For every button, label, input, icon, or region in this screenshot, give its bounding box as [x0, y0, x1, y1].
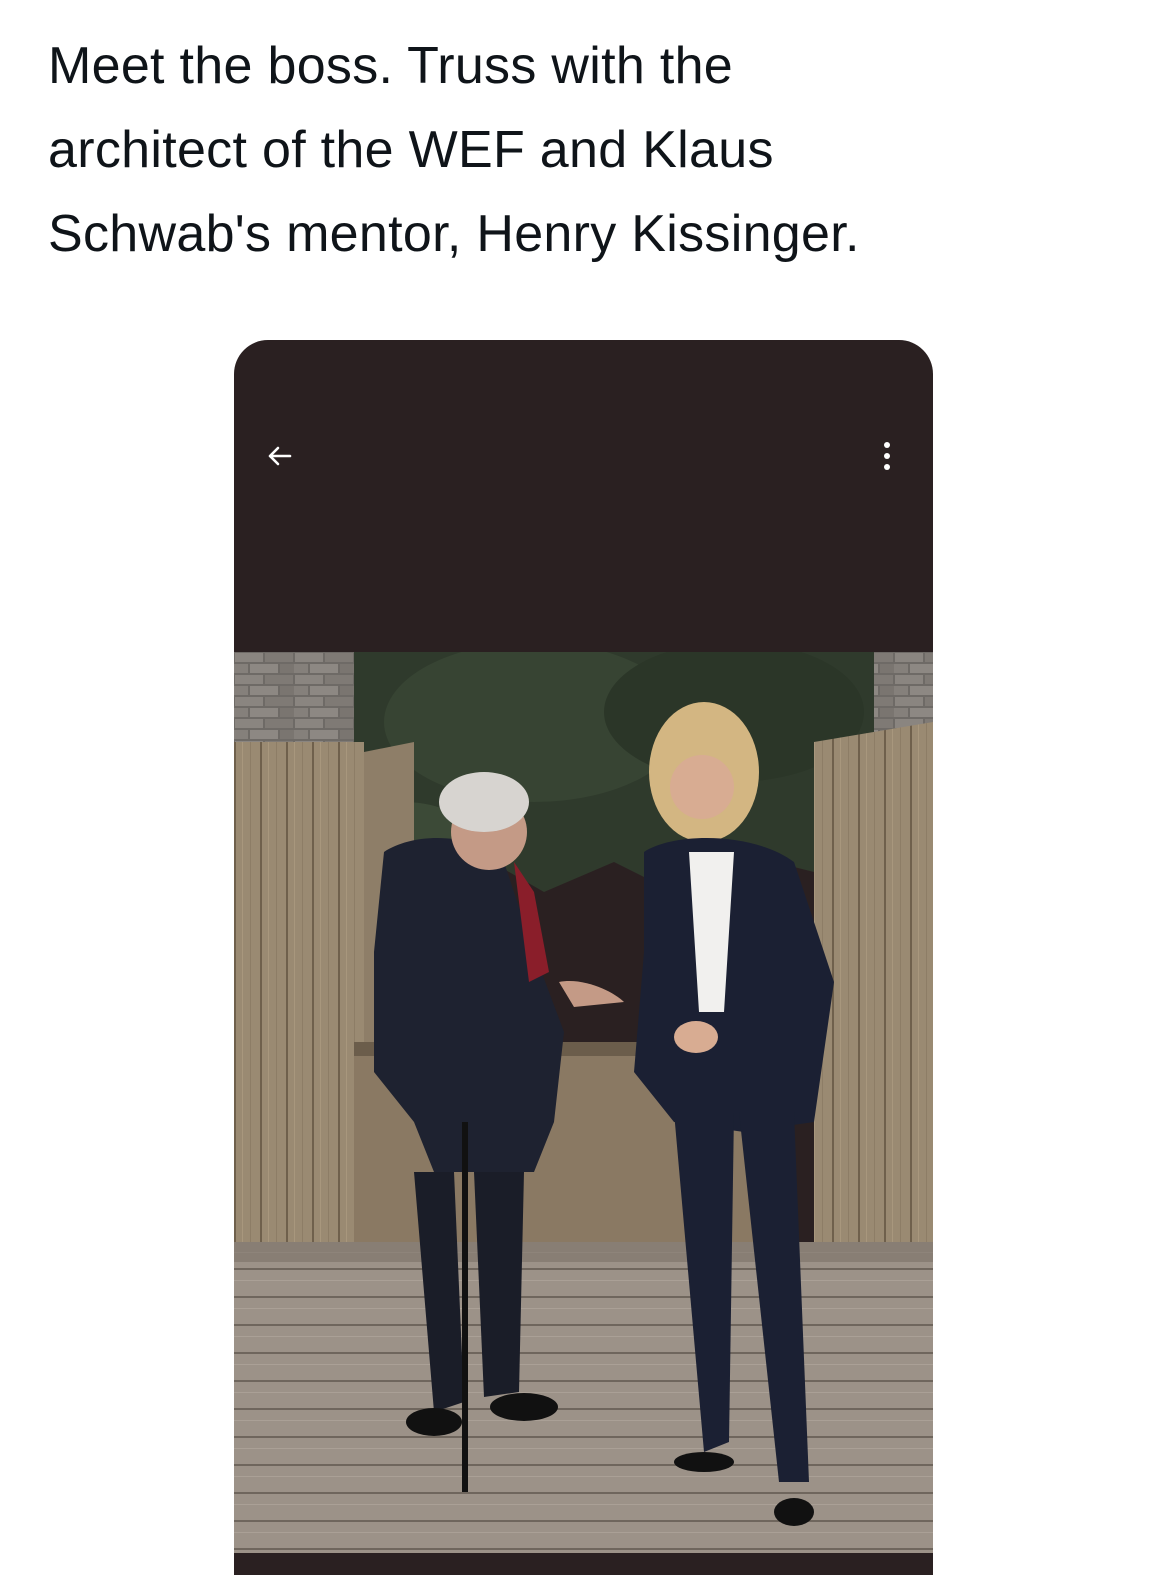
tweet-text: Meet the boss. Truss with the architect …: [48, 37, 860, 263]
back-button[interactable]: [260, 436, 300, 476]
arrow-left-icon: [268, 446, 292, 466]
more-vertical-icon: [884, 442, 890, 470]
tweet-photo[interactable]: [234, 652, 933, 1575]
media-viewer-bottom-bar: [234, 1553, 933, 1575]
photo-scene: [234, 652, 933, 1575]
media-viewer-toolbar: [234, 340, 933, 652]
more-options-button[interactable]: [867, 436, 907, 476]
media-viewer: [234, 340, 933, 1575]
